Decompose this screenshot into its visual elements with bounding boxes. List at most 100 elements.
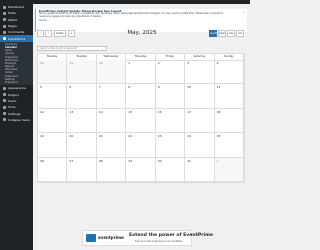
day-cell[interactable]: 7 (96, 84, 127, 109)
day-cell[interactable]: 5 (38, 84, 68, 109)
admin-sidebar: Dashboard Posts Media Pages Comments EventPri… (0, 4, 33, 250)
day-cell[interactable]: 27 (67, 157, 97, 182)
day-cell[interactable]: 11 (214, 84, 244, 109)
day-cell[interactable]: 14 (96, 108, 127, 134)
next-month-button[interactable]: › (45, 30, 52, 37)
sidebar-item-label: Settings (8, 111, 21, 116)
day-number: 28 (98, 158, 103, 163)
day-number: 1 (216, 158, 219, 163)
submenu-item-extensions[interactable]: Extensions (0, 81, 33, 84)
day-number: 11 (216, 85, 221, 90)
sidebar-item-label: EventPrime (8, 36, 26, 41)
day-cell[interactable]: 22 (126, 133, 156, 158)
sidebar-item-label: Media (8, 17, 18, 22)
view-list-button[interactable]: list (236, 30, 244, 37)
day-number: 29 (128, 158, 133, 163)
calendar-icon (3, 37, 6, 41)
day-cell[interactable]: 18 (214, 108, 244, 134)
calendar-toolbar: ‹ › today + May, 2025 month week day lis… (37, 30, 245, 39)
day-number: 23 (157, 134, 162, 139)
sidebar-item-label: Appearance (8, 86, 27, 91)
eventprime-submenu: All Events Calendar Types Venues Organizers P… (0, 41, 33, 86)
day-number: 26 (40, 158, 44, 163)
day-number: 19 (40, 134, 44, 139)
day-number: 30 (157, 158, 162, 163)
sidebar-item-label: Comments (8, 30, 25, 35)
day-cell[interactable]: 10 (185, 84, 215, 109)
day-cell[interactable]: 23 (155, 133, 186, 158)
sidebar-item-label: Plugins (8, 92, 19, 97)
day-number: 9 (157, 85, 160, 90)
day-cell[interactable]: 3 (185, 60, 215, 85)
sidebar-item-label: Dashboard (8, 5, 25, 10)
page-icon (3, 24, 6, 28)
day-number: 10 (187, 85, 191, 90)
notice-review-link[interactable]: Review (39, 19, 244, 22)
day-cell[interactable]: 31 (185, 157, 215, 182)
day-number: 18 (216, 109, 221, 114)
close-icon[interactable]: × (242, 10, 245, 14)
day-cell[interactable]: 6 (67, 84, 97, 109)
banner-headline: Extend the power of EventPrime (129, 233, 213, 238)
day-cell[interactable]: 9 (155, 84, 186, 109)
day-cell[interactable]: 17 (185, 108, 215, 134)
brush-icon (3, 86, 6, 90)
day-cell[interactable]: 15 (126, 108, 156, 134)
day-cell[interactable]: 2 (155, 60, 186, 85)
settings-icon (3, 112, 6, 116)
day-cell[interactable]: 21 (96, 133, 127, 158)
day-cell[interactable]: 19 (38, 133, 68, 158)
day-number: 27 (69, 158, 74, 163)
day-cell[interactable]: 28 (38, 60, 68, 85)
day-cell[interactable]: 12 (38, 108, 68, 134)
day-cell[interactable]: 26 (38, 157, 68, 182)
day-number: 29 (69, 61, 74, 65)
day-number: 22 (128, 134, 133, 139)
view-week-button[interactable]: week (218, 30, 226, 37)
day-cell[interactable]: 24 (185, 133, 215, 158)
day-number: 24 (187, 134, 191, 139)
day-cell[interactable]: 1 (126, 60, 156, 85)
day-number: 3 (187, 61, 190, 65)
day-cell[interactable]: 29 (67, 60, 97, 85)
day-cell[interactable]: 30 (96, 60, 127, 85)
day-cell[interactable]: 16 (155, 108, 186, 134)
sidebar-item-label: Users (8, 98, 17, 103)
day-cell[interactable]: 4 (214, 60, 244, 85)
view-day-button[interactable]: day (227, 30, 235, 37)
day-cell[interactable]: 30 (155, 157, 186, 182)
day-cell[interactable]: 13 (67, 108, 97, 134)
prev-month-button[interactable]: ‹ (37, 30, 44, 37)
today-button[interactable]: today (54, 30, 66, 37)
collapse-icon (3, 118, 6, 122)
pin-icon (3, 11, 6, 15)
media-icon (3, 18, 6, 22)
month-title: May, 2025 (127, 30, 157, 36)
day-number: 17 (187, 109, 191, 114)
month-calendar: Monday Tuesday Wednesday Thursday Friday Satu… (37, 53, 245, 183)
day-cell[interactable]: 20 (67, 133, 97, 158)
day-number: 21 (98, 134, 103, 139)
day-number: 16 (157, 109, 162, 114)
sidebar-item-label: Posts (8, 11, 16, 16)
sidebar-item-collapse-menu[interactable]: Collapse menu (0, 117, 33, 123)
add-event-button[interactable]: + (68, 30, 75, 37)
day-number: 12 (40, 109, 44, 114)
date-search-input[interactable]: Search a date to add a new event (37, 46, 107, 51)
view-month-button[interactable]: month (209, 30, 217, 37)
sidebar-item-label: Pages (8, 24, 17, 29)
day-number: 15 (128, 109, 133, 114)
day-cell[interactable]: 1 (214, 157, 244, 182)
extensions-banner[interactable]: eventprime Extend the power of EventPrim… (82, 230, 213, 246)
day-number: 20 (69, 134, 74, 139)
day-number: 7 (98, 85, 101, 90)
banner-subline: Free and paid extensions now available (135, 240, 183, 243)
day-number: 25 (216, 134, 221, 139)
day-cell[interactable]: 8 (126, 84, 156, 109)
day-cell[interactable]: 25 (214, 133, 244, 158)
day-number: 14 (98, 109, 103, 114)
banner-brand: eventprime (98, 235, 124, 240)
comment-icon (3, 30, 6, 34)
day-cell[interactable]: 28 (96, 157, 127, 182)
day-cell[interactable]: 29 (126, 157, 156, 182)
